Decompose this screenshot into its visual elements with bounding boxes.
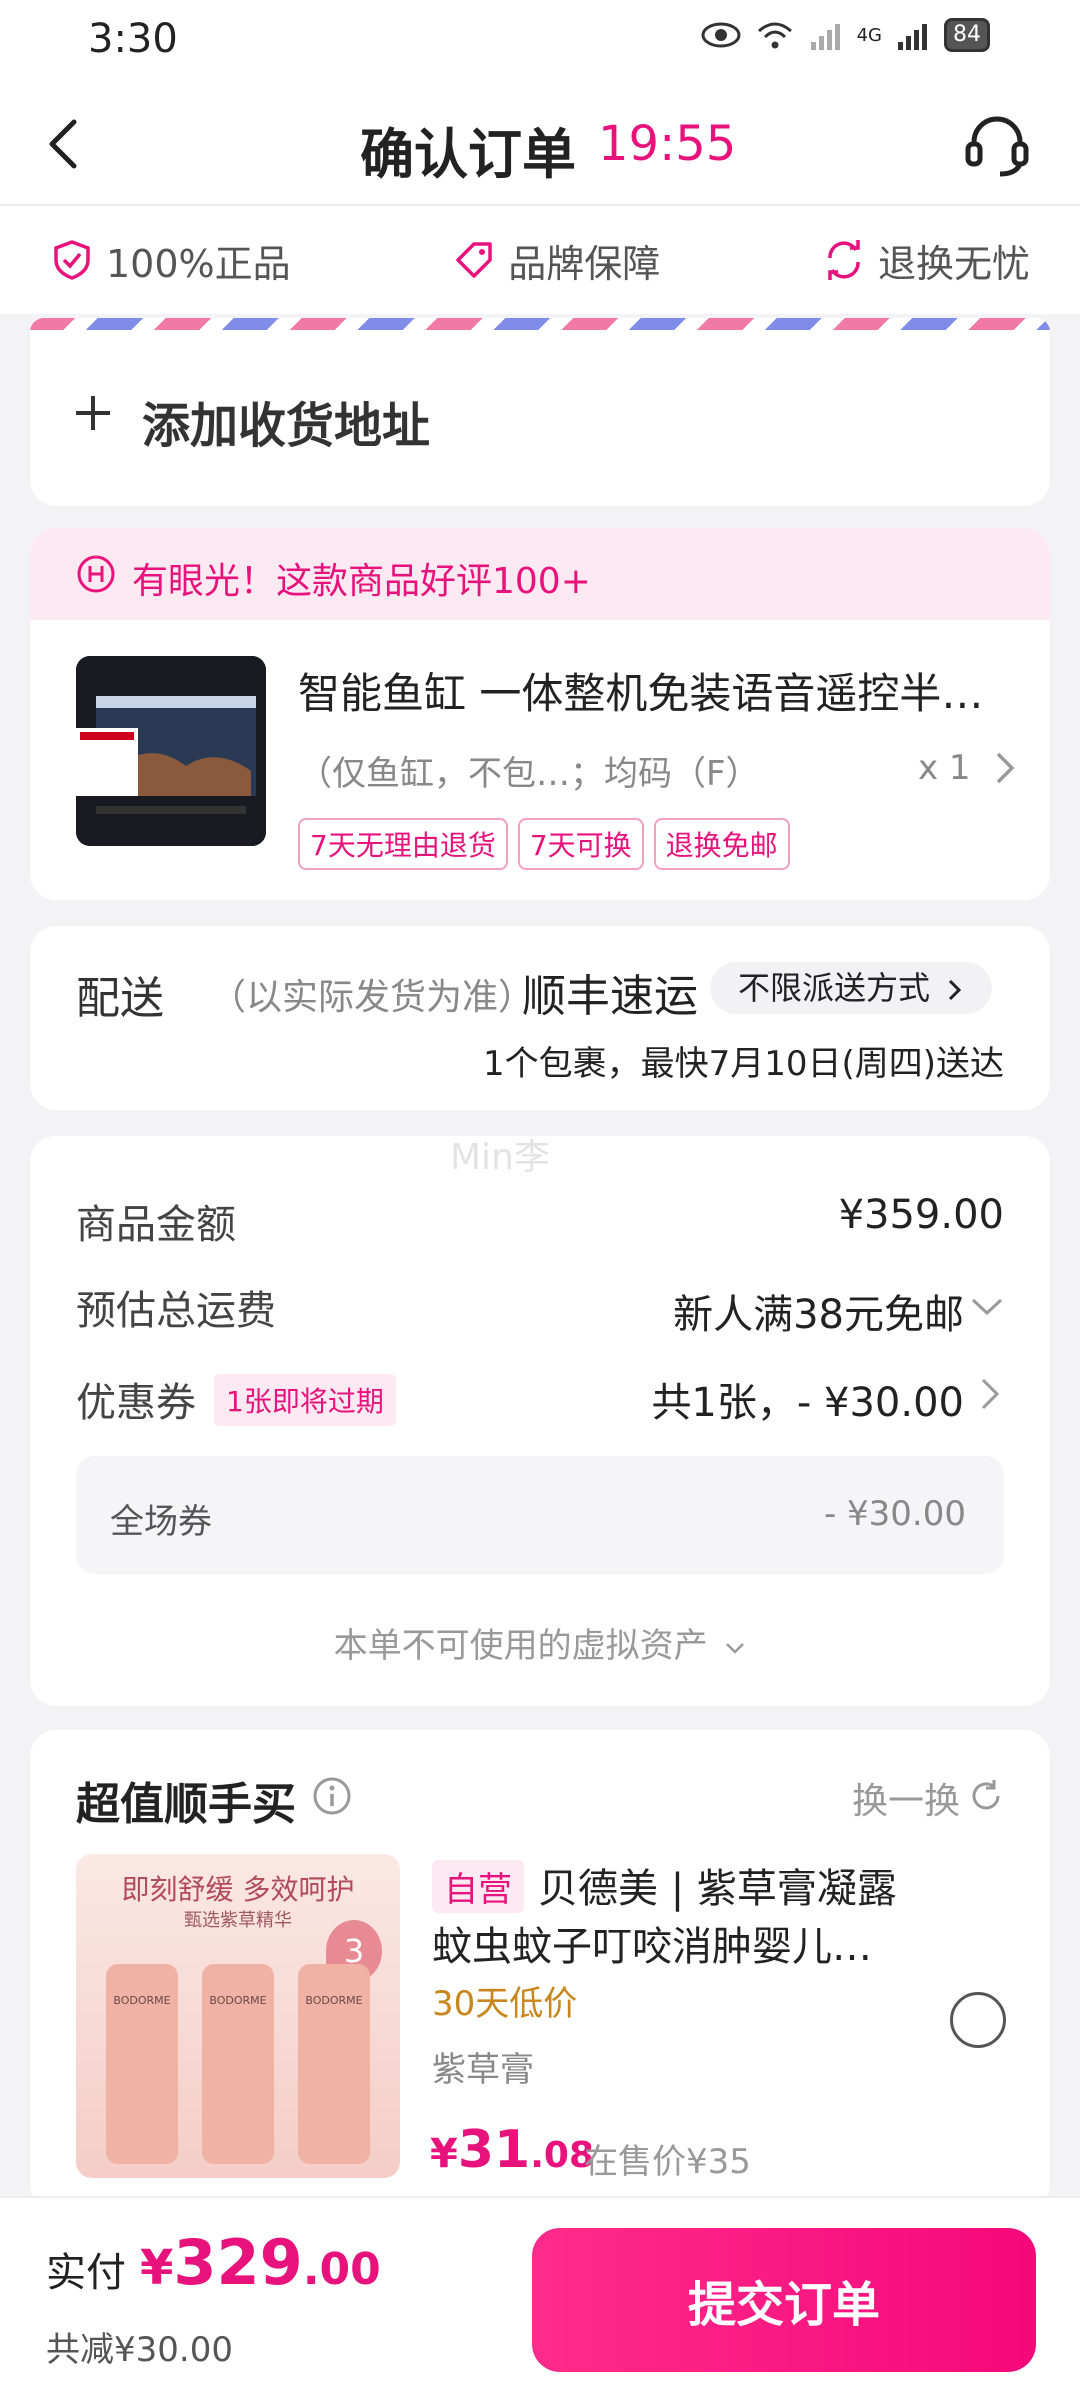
praise-text: 有眼光！这款商品好评100+ [132, 561, 591, 602]
back-arrow-icon[interactable] [40, 116, 88, 172]
header: 确认订单 19:55 [0, 80, 1080, 206]
pay-amount: ¥329.00 [140, 2226, 381, 2299]
service-tag: 7天无理由退货 [298, 818, 508, 870]
chevron-right-icon[interactable] [978, 1376, 1004, 1412]
delivery-note: （以实际发货为准） [210, 977, 535, 1018]
product-title: 智能鱼缸 一体整机免装语音遥控半… [298, 669, 984, 718]
add-address-label: 添加收货地址 [142, 398, 431, 454]
store-coupon-value: - ¥30.00 [823, 1494, 966, 1534]
product-quantity: x 1 [918, 748, 971, 788]
guarantee-strip: 100%正品 品牌保障 退换无忧 [0, 206, 1080, 314]
wifi-icon [757, 22, 792, 49]
info-icon[interactable] [312, 1776, 352, 1816]
virtual-assets-label: 本单不可使用的虚拟资产 [333, 1626, 708, 1666]
upsell-price: ¥31.08 [430, 2120, 594, 2180]
upsell-product-name[interactable]: 贝德美 | 紫草膏凝露 [538, 1856, 897, 1914]
guarantee-authentic: 100%正品 [50, 233, 291, 288]
upsell-original-price: 在售价¥35 [584, 2142, 751, 2182]
goods-amount-label: 商品金额 [76, 1202, 236, 1248]
network-type: 4G [856, 24, 882, 46]
shield-check-icon [54, 240, 90, 280]
service-tags: 7天无理由退货 7天可换 退换免邮 [298, 818, 790, 870]
upsell-product-image[interactable]: 即刻舒缓 多效呵护 甄选紫草精华 3 BODORME BODORME BODOR… [76, 1854, 400, 2178]
guarantee-label: 100%正品 [106, 241, 291, 286]
product-spec[interactable]: （仅鱼缸，不包…；均码（F） [298, 746, 858, 795]
coupon-label: 优惠券 [76, 1380, 196, 1426]
refresh-label[interactable]: 换一换 [852, 1772, 960, 1824]
guarantee-label: 退换无忧 [877, 241, 1030, 286]
tag-icon [456, 242, 493, 278]
signal-off-icon [810, 24, 840, 50]
countdown-timer: 19:55 [598, 116, 737, 172]
battery-icon: 84 [944, 18, 990, 52]
delivery-card: 配送 （以实际发货为准） 顺丰速运 不限派送方式 1个包裹，最快7月10日(周四… [30, 926, 1050, 1110]
product-card[interactable]: 有眼光！这款商品好评100+ 智能鱼缸 一体整机免装语音遥控半… （仅鱼缸，不包… [30, 528, 1050, 900]
carrier-name: 顺丰速运 [522, 971, 698, 1022]
shipping-value[interactable]: 新人满38元免邮 [673, 1282, 964, 1340]
watermark: Min李 [450, 1137, 550, 1178]
refresh-icon[interactable] [968, 1778, 1004, 1814]
upsell-select-checkbox[interactable] [950, 1992, 1006, 2048]
shipping-label: 预估总运费 [76, 1288, 276, 1334]
product-tube: BODORME [298, 1964, 370, 2164]
price-summary-card: Min李 商品金额 ¥359.00 预估总运费 新人满38元免邮 优惠券 1张即… [30, 1136, 1050, 1706]
upsell-title: 超值顺手买 [76, 1779, 296, 1830]
delivery-label: 配送 [76, 973, 164, 1024]
status-icons: 4G 84 [701, 18, 990, 52]
store-coupon-row: 全场券 - ¥30.00 [76, 1456, 1004, 1574]
upsell-spec: 紫草膏 [432, 2050, 534, 2090]
goods-amount-value: ¥359.00 [838, 1192, 1004, 1238]
add-address-card[interactable]: 添加收货地址 [30, 330, 1050, 506]
self-operated-tag: 自营 [432, 1860, 524, 1913]
low-price-tag: 30天低价 [432, 1984, 578, 2024]
upsell-card: 超值顺手买 换一换 即刻舒缓 多效呵护 甄选紫草精华 3 BODORME BOD… [30, 1730, 1050, 2210]
pay-label: 实付 [46, 2250, 126, 2296]
exchange-icon [828, 240, 860, 280]
delivery-eta: 1个包裹，最快7月10日(周四)送达 [482, 1044, 1004, 1084]
chevron-down-icon[interactable] [970, 1296, 1004, 1318]
total-savings: 共减¥30.00 [46, 2330, 233, 2370]
chevron-down-icon [726, 1643, 745, 1654]
checkout-bar: 实付 ¥329.00 共减¥30.00 提交订单 [0, 2196, 1080, 2400]
delivery-method-selector[interactable]: 不限派送方式 [710, 962, 993, 1014]
store-coupon-label: 全场券 [110, 1502, 212, 1542]
coupon-value[interactable]: 共1张，- ¥30.00 [651, 1370, 964, 1428]
coupon-expiry-badge: 1张即将过期 [214, 1374, 396, 1426]
status-time: 3:30 [88, 16, 178, 62]
chevron-right-icon[interactable] [992, 748, 1020, 788]
service-tag: 7天可换 [517, 818, 644, 870]
guarantee-label: 品牌保障 [508, 241, 661, 286]
upsell-product-name-line2[interactable]: 蚊虫蚊子叮咬消肿婴儿… [432, 1914, 932, 1972]
eye-icon [701, 22, 741, 48]
guarantee-return: 退换无忧 [822, 233, 1030, 288]
guarantee-brand: 品牌保障 [452, 233, 660, 288]
signal-icon [898, 24, 927, 50]
image-headline: 即刻舒缓 多效呵护 [121, 1873, 355, 1906]
delivery-method-label: 不限派送方式 [738, 969, 931, 1007]
plus-icon [76, 396, 110, 430]
product-tube: BODORME [106, 1964, 178, 2164]
chevron-right-icon [949, 979, 962, 1001]
submit-order-button[interactable]: 提交订单 [532, 2228, 1036, 2372]
virtual-assets-toggle[interactable]: 本单不可使用的虚拟资产 [30, 1618, 1050, 1667]
product-thumbnail[interactable] [76, 656, 266, 846]
product-tube: BODORME [202, 1964, 274, 2164]
page-title: 确认订单 [360, 123, 576, 186]
customer-service-icon[interactable] [962, 110, 1032, 180]
praise-banner: 有眼光！这款商品好评100+ [30, 528, 1050, 620]
service-tag: 退换免邮 [653, 818, 790, 870]
praise-icon [77, 555, 115, 593]
status-bar: 3:30 4G 84 [0, 0, 1080, 80]
